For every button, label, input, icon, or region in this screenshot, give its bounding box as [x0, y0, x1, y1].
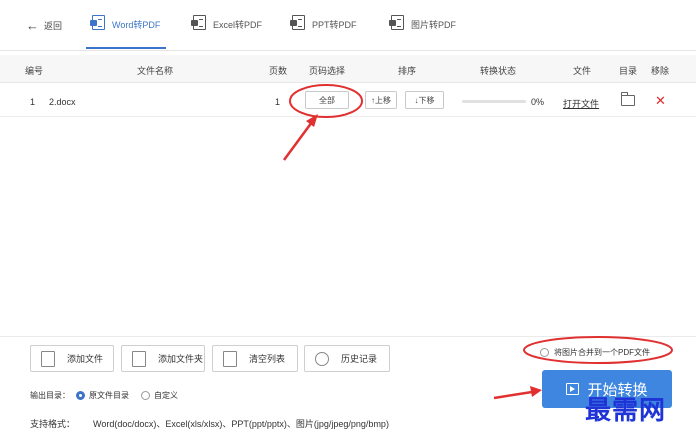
- supported-formats: 支持格式： Word(doc/docx)、Excel(xls/xlsx)、PPT…: [30, 417, 389, 430]
- ppt-doc-icon: [290, 15, 306, 30]
- back-button[interactable]: ← 返回: [26, 19, 62, 32]
- merge-images-option[interactable]: 将图片合并到一个PDF文件: [540, 347, 650, 358]
- col-filename: 文件名称: [137, 66, 174, 76]
- custom-label: 自定义: [154, 391, 178, 400]
- annotation-arrow-page-select: [282, 121, 314, 161]
- add-file-icon: [41, 350, 55, 367]
- add-folder-label: 添加文件夹: [158, 354, 204, 364]
- image-doc-icon: [389, 15, 405, 30]
- tab-excel-to-pdf[interactable]: Excel转PDF: [191, 15, 263, 49]
- top-tab-bar: ← 返回 Word转PDF Excel转PDF PPT转PDF 图片转PDF: [0, 0, 696, 51]
- tab-word-to-pdf[interactable]: Word转PDF: [85, 15, 167, 49]
- page-select-button[interactable]: 全部: [305, 91, 349, 109]
- watermark: 最需网: [585, 396, 667, 426]
- clear-list-label: 清空列表: [249, 354, 286, 364]
- annotation-arrowhead-start: [530, 386, 542, 397]
- col-remove: 移除: [651, 66, 670, 76]
- annotation-arrow-start: [493, 390, 533, 400]
- move-down-button[interactable]: ↓下移: [405, 91, 444, 109]
- add-file-button[interactable]: 添加文件: [30, 345, 114, 372]
- progress-percent: 0%: [531, 97, 545, 107]
- remove-icon[interactable]: ✕: [655, 93, 666, 109]
- col-page-select: 页码选择: [309, 66, 346, 76]
- open-file-link[interactable]: 打开文件: [563, 97, 599, 110]
- col-status: 转换状态: [480, 66, 517, 76]
- output-directory: 输出目录： 原文件目录 自定义: [30, 390, 184, 401]
- clock-icon: [315, 351, 329, 366]
- excel-doc-icon: [191, 15, 207, 30]
- custom-radio[interactable]: [141, 391, 150, 400]
- output-option-custom[interactable]: 自定义: [141, 390, 178, 401]
- clear-list-button[interactable]: 清空列表: [212, 345, 298, 372]
- add-file-label: 添加文件: [67, 354, 104, 364]
- table-header: 编号 文件名称 页数 页码选择 排序 转换状态 文件 目录 移除: [0, 55, 696, 83]
- col-order: 排序: [398, 66, 417, 76]
- formats-value: Word(doc/docx)、Excel(xls/xlsx)、PPT(ppt/p…: [93, 419, 389, 429]
- history-label: 历史记录: [341, 354, 378, 364]
- tab-label: 图片转PDF: [411, 20, 457, 30]
- tab-ppt-to-pdf[interactable]: PPT转PDF: [290, 15, 357, 49]
- col-index: 编号: [25, 66, 44, 76]
- tab-label: PPT转PDF: [312, 20, 357, 30]
- col-file: 文件: [573, 66, 592, 76]
- add-folder-icon: [132, 350, 146, 367]
- trash-icon: [223, 350, 237, 367]
- divider: [0, 336, 696, 337]
- play-icon: [566, 383, 580, 395]
- tab-image-to-pdf[interactable]: 图片转PDF: [389, 15, 457, 49]
- folder-icon[interactable]: [621, 92, 635, 106]
- output-option-source[interactable]: 原文件目录: [76, 390, 129, 401]
- row-filename: 2.docx: [49, 97, 76, 107]
- add-folder-button[interactable]: 添加文件夹: [121, 345, 205, 372]
- back-label: 返回: [44, 21, 63, 31]
- move-up-button[interactable]: ↑上移: [365, 91, 397, 109]
- tab-label: Excel转PDF: [213, 20, 263, 30]
- col-directory: 目录: [619, 66, 638, 76]
- table-row: 1 2.docx 1 全部 ↑上移 ↓下移 0% 打开文件 ✕: [0, 88, 696, 117]
- back-arrow-icon: ←: [26, 17, 39, 33]
- col-pages: 页数: [269, 66, 288, 76]
- row-index: 1: [30, 97, 36, 107]
- merge-radio[interactable]: [540, 348, 549, 357]
- tab-label: Word转PDF: [112, 20, 161, 30]
- conversion-progress-bar: [462, 100, 526, 103]
- source-label: 原文件目录: [89, 391, 129, 400]
- output-label: 输出目录：: [30, 391, 70, 400]
- formats-label: 支持格式：: [30, 419, 76, 429]
- history-button[interactable]: 历史记录: [304, 345, 390, 372]
- source-radio[interactable]: [76, 391, 85, 400]
- word-doc-icon: [90, 15, 106, 30]
- merge-label: 将图片合并到一个PDF文件: [554, 348, 650, 357]
- row-pages: 1: [275, 97, 281, 107]
